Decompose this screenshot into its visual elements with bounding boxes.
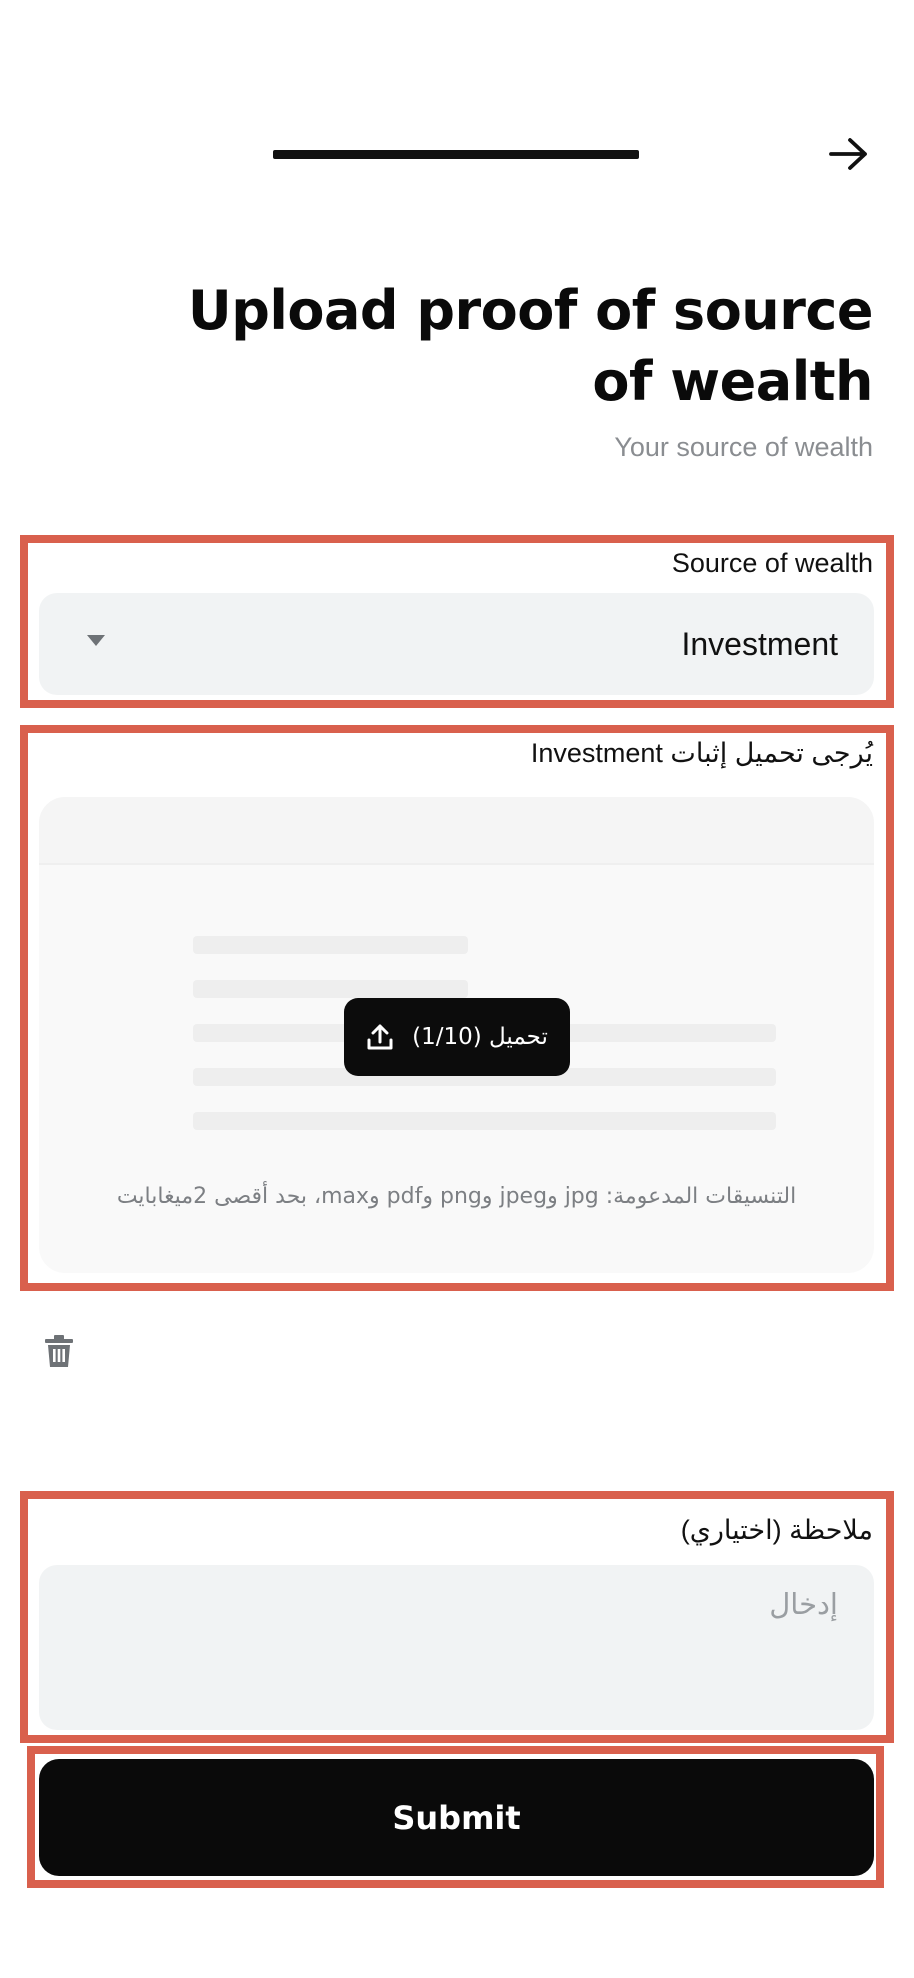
upload-button-label: تحميل (1/10) [412,1024,548,1050]
upload-preview-header [39,797,874,865]
submit-button[interactable]: Submit [39,1759,874,1876]
note-label: ملاحظة (اختياري) [680,1515,873,1545]
page-title: Upload proof of source of wealth [187,279,874,413]
trash-icon[interactable] [44,1334,74,1368]
arrow-right-icon[interactable] [826,131,872,177]
placeholder-line [193,1112,776,1130]
note-input[interactable] [39,1565,874,1730]
upload-button[interactable]: تحميل (1/10) [344,998,570,1076]
upload-proof-label: يُرجى تحميل إثبات Investment [530,738,873,768]
caret-down-icon [87,635,105,646]
supported-formats-text: التنسيقات المدعومة: jpg وjpeg وpng وpdf … [116,1184,797,1209]
source-of-wealth-label: Source of wealth [671,548,873,578]
upload-source-of-wealth-screen: Upload proof of source of wealth Your so… [0,0,914,1978]
upload-icon [367,1024,393,1050]
progress-bar [273,150,639,159]
placeholder-line [193,980,468,998]
source-of-wealth-value: Investment [681,626,838,662]
placeholder-line [193,936,468,954]
page-subtitle: Your source of wealth [614,432,873,462]
source-of-wealth-select[interactable]: Investment [39,593,874,695]
upload-dropzone[interactable]: تحميل (1/10) التنسيقات المدعومة: jpg وjp… [39,797,874,1273]
